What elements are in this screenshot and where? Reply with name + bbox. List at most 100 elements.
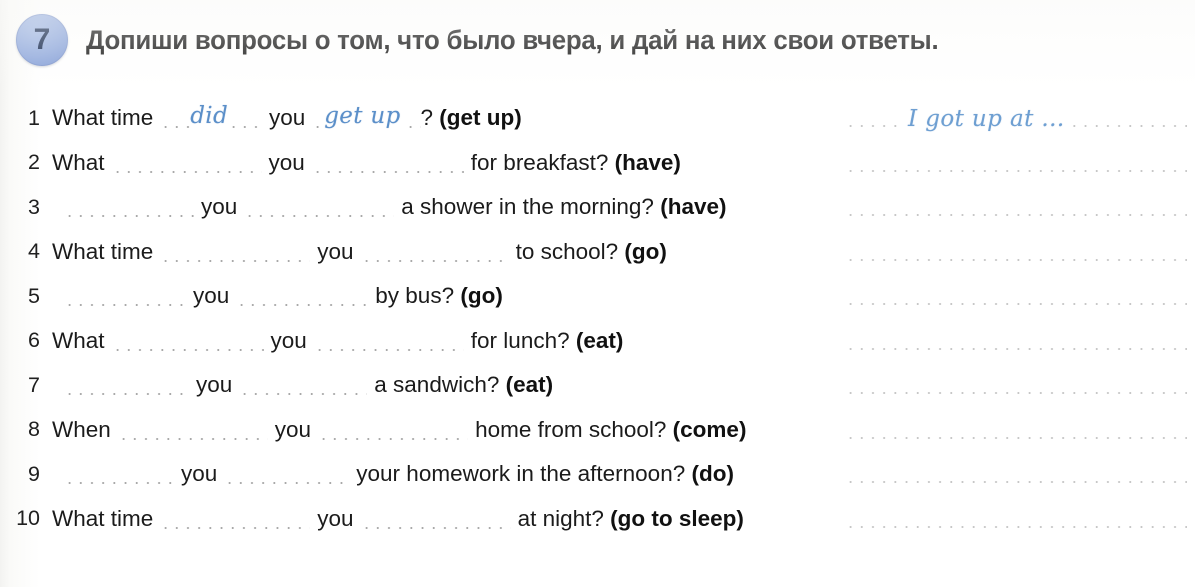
question-subject-word: you: [270, 327, 307, 353]
verb-hint: (go to sleep): [610, 505, 744, 531]
answer-blank-dots[interactable]: [244, 196, 395, 219]
answer-blank-dots[interactable]: [160, 507, 311, 530]
question-subject-word: you: [268, 105, 306, 131]
task-instruction: Допиши вопросы о том, что было вчера, и …: [86, 24, 939, 55]
student-answer-dots[interactable]: [845, 197, 1187, 218]
verb-hint: (come): [672, 416, 747, 442]
student-answer-dots[interactable]: [845, 330, 1187, 351]
student-answer-dots[interactable]: [845, 241, 1187, 262]
student-answer-line[interactable]: [845, 497, 1187, 542]
answer-blank-dots[interactable]: [312, 107, 325, 130]
answer-blank-dots[interactable]: [64, 463, 174, 486]
exercise-row: 5 you by bus? (go): [0, 274, 1195, 319]
question-text: What you for breakfast? (have): [52, 150, 681, 176]
student-answer-wrap: [845, 508, 1187, 529]
handwritten-student-answer: I got up at ...: [905, 106, 1068, 133]
student-answer-wrap: [845, 419, 1187, 440]
question-tail: ? (get up): [421, 105, 522, 131]
student-answer-wrap: I got up at ...: [845, 106, 1187, 133]
question-subject-word: you: [193, 283, 230, 309]
student-answer-line[interactable]: [845, 185, 1187, 230]
answer-blank-dots[interactable]: [111, 329, 264, 352]
student-answer-dots[interactable]: [845, 508, 1187, 529]
student-answer-line[interactable]: [845, 363, 1187, 408]
question-tail: for breakfast? (have): [471, 150, 681, 176]
answer-blank-dots[interactable]: [236, 285, 369, 308]
question-lead-word: When: [52, 416, 111, 442]
student-answer-line[interactable]: [845, 452, 1187, 497]
verb-hint: (have): [660, 194, 727, 220]
verb-hint: (do): [691, 461, 734, 487]
answer-blank-dots[interactable]: [224, 463, 350, 486]
exercise-number: 7: [28, 372, 40, 397]
exercise-number: 1: [28, 105, 40, 130]
student-answer-wrap: [845, 197, 1187, 218]
question-text: What you for lunch? (eat): [52, 328, 623, 354]
exercise-row: 4 What time you to school? (go): [0, 230, 1195, 275]
student-answer-line[interactable]: [845, 230, 1187, 275]
question-subject-word: you: [201, 194, 238, 220]
question-tail-text: at night?: [517, 505, 604, 531]
answer-blank-dots[interactable]: [64, 285, 186, 308]
answer-blank-dots[interactable]: [160, 240, 311, 263]
exercise-row: 10 What time you at night? (go to sleep): [0, 497, 1195, 542]
exercise-number: 10: [16, 506, 40, 531]
answer-blank-dots[interactable]: [64, 374, 189, 397]
handwritten-answer-2: get up: [324, 103, 401, 130]
exercise-number: 6: [28, 328, 40, 353]
answer-blank-dots[interactable]: [117, 418, 268, 441]
question-subject-word: you: [317, 238, 354, 264]
answer-blank-dots[interactable]: [311, 151, 464, 174]
question-lead-word: What time: [52, 105, 154, 131]
answer-blank-dots[interactable]: [313, 329, 464, 352]
question-lead-word: What: [52, 327, 105, 353]
student-answer-dots[interactable]: [845, 286, 1187, 307]
exercise-row: 8 When you home from school? (come): [0, 408, 1195, 453]
student-answer-line[interactable]: I got up at ...: [845, 96, 1187, 141]
question-tail-text: your homework in the afternoon?: [356, 461, 686, 487]
question-lead-word: What: [52, 149, 105, 175]
question-text: you your homework in the afternoon? (do): [52, 461, 734, 487]
student-answer-dots[interactable]: [845, 375, 1187, 396]
exercise-number: 8: [28, 417, 40, 442]
verb-hint: (have): [614, 149, 681, 175]
question-subject-word: you: [268, 149, 305, 175]
answer-blank-dots[interactable]: [360, 507, 511, 530]
question-tail-text: ?: [420, 105, 434, 131]
student-answer-line[interactable]: [845, 141, 1187, 186]
question-tail-text: a sandwich?: [374, 372, 500, 398]
question-tail: a sandwich? (eat): [374, 372, 553, 398]
question-tail-text: for lunch?: [470, 327, 570, 353]
question-subject-word: you: [317, 505, 354, 531]
question-tail-text: to school?: [515, 238, 619, 264]
question-tail: home from school? (come): [475, 417, 746, 443]
exercise-row: 2 What you for breakfast? (have): [0, 141, 1195, 186]
student-answer-wrap: [845, 152, 1187, 173]
answer-blank-dots[interactable]: [239, 374, 368, 397]
answer-blank-dots[interactable]: [64, 196, 194, 219]
student-answer-dots[interactable]: [845, 419, 1187, 440]
student-answer-wrap: [845, 286, 1187, 307]
student-answer-wrap: [845, 375, 1187, 396]
question-text: What time did you get up? (get up): [52, 103, 522, 131]
exercise-list: 1 What time did you get up? (get up) I got up…: [0, 96, 1195, 541]
question-tail: for lunch? (eat): [471, 328, 624, 354]
answer-blank-dots[interactable]: [227, 107, 262, 130]
question-lead-word: What time: [52, 505, 154, 531]
question-tail-text: by bus?: [375, 283, 455, 309]
verb-hint: (go): [624, 238, 667, 264]
student-answer-line[interactable]: [845, 319, 1187, 364]
student-answer-line[interactable]: [845, 274, 1187, 319]
student-answer-wrap: [845, 330, 1187, 351]
answer-blank-dots[interactable]: [404, 107, 421, 130]
question-text: you a shower in the morning? (have): [52, 194, 726, 220]
student-answer-dots[interactable]: [845, 464, 1187, 485]
student-answer-line[interactable]: [845, 408, 1187, 453]
answer-blank-dots[interactable]: [360, 240, 509, 263]
answer-blank-dots[interactable]: [318, 418, 469, 441]
answer-blank-dots[interactable]: [160, 107, 191, 130]
student-answer-dots[interactable]: [845, 152, 1187, 173]
answer-blank-dots[interactable]: [111, 151, 262, 174]
student-answer-wrap: [845, 464, 1187, 485]
question-subject-word: you: [196, 372, 233, 398]
